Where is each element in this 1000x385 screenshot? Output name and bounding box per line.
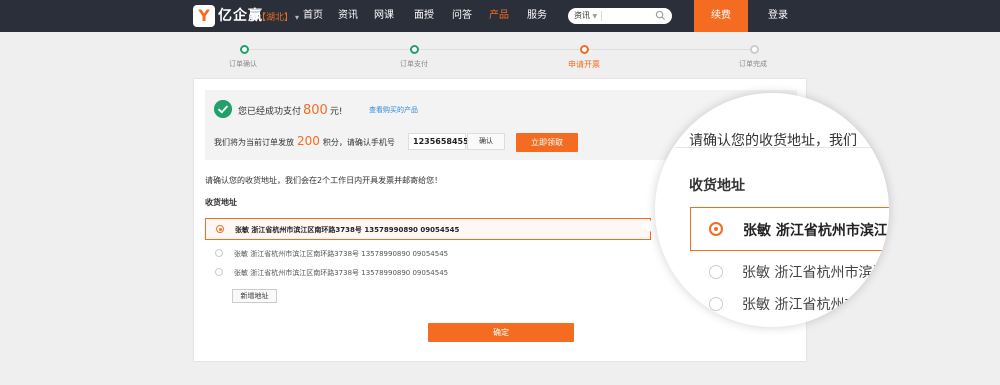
step-dot-pay (410, 45, 419, 54)
step-dot-complete (750, 45, 759, 54)
confirm-phone-button[interactable]: 确认 (467, 133, 505, 150)
address-text: 张敏 浙江省杭州市滨江区南环路3738号 13578990890 0905454… (235, 226, 460, 234)
address-text: 张敏 浙江省杭州市滨江区南环路3738号 13578990890 0905454… (234, 250, 449, 258)
address-text: 张敏 浙江省杭州市滨江区南环路3738号 13578990890 0905454… (234, 269, 449, 277)
zoomed-radio (709, 265, 723, 279)
address-section-title: 收货地址 (205, 198, 237, 207)
points-message: 我们将为当前订单发放 200 积分，请确认手机号 (214, 134, 395, 148)
zoomed-address-row-selected: 张敏 浙江省杭州市滨江区 (690, 207, 889, 251)
step-label-invoice: 申请开票 (568, 60, 600, 69)
search-category-label: 资讯 (574, 11, 590, 20)
step-dot-confirm (240, 45, 249, 54)
points-prefix: 我们将为当前订单发放 (214, 138, 294, 147)
steps-progress-line (245, 49, 755, 50)
address-row[interactable]: 张敏 浙江省杭州市滨江区南环路3738号 13578990890 0905454… (205, 218, 651, 240)
region-label: 【湖北】 (257, 13, 294, 23)
address-radio[interactable] (216, 225, 224, 233)
caret-down-icon: ▼ (592, 13, 598, 20)
nav-item-news[interactable]: 资讯 (338, 0, 358, 32)
phone-field[interactable]: 12356584555 (408, 133, 474, 150)
address-radio[interactable] (215, 268, 223, 276)
submit-button[interactable]: 确定 (428, 323, 574, 342)
points-suffix: 积分，请确认手机号 (322, 138, 395, 147)
zoomed-radio (709, 297, 723, 311)
chevron-down-icon: ▾ (295, 13, 300, 22)
zoomed-radio-selected (709, 222, 723, 236)
success-check-icon (214, 100, 232, 118)
step-label-complete: 订单完成 (739, 60, 767, 68)
search-box[interactable]: 资讯 ▼ (568, 8, 672, 24)
paid-amount: 800 (303, 103, 328, 118)
logo-icon[interactable]: Y (193, 5, 215, 27)
nav-item-online-course[interactable]: 网课 (374, 0, 394, 32)
nav-item-offline-course[interactable]: 面授 (414, 0, 434, 32)
nav-item-services[interactable]: 服务 (527, 0, 547, 32)
paid-message: 您已经成功支付 800 元! (238, 103, 342, 118)
nav-item-home[interactable]: 首页 (303, 0, 323, 32)
zoomed-address-text: 张敏 浙江省杭州市滨江 (742, 297, 887, 313)
zoomed-address-text: 张敏 浙江省杭州市滨江区 (743, 223, 889, 239)
top-nav: Y 亿企赢 【湖北】 ▾ 首页 资讯 网课 面授 问答 产品 服务 资讯 ▼ 续费… (0, 0, 1000, 32)
zoomed-divider (675, 147, 885, 148)
paid-suffix: 元! (329, 107, 343, 117)
region-selector[interactable]: 【湖北】 ▾ (257, 10, 299, 23)
address-tip: 请确认您的收货地址，我们会在2个工作日内开具发票并邮寄给您！ (205, 176, 443, 185)
zoom-magnifier: 请确认您的收货地址，我们 收货地址 张敏 浙江省杭州市滨江区 张敏 浙江省杭州市… (655, 93, 889, 327)
step-label-pay: 订单支付 (400, 60, 428, 68)
zoomed-address-title: 收货地址 (689, 178, 745, 194)
search-category-select[interactable]: 资讯 ▼ (574, 10, 597, 21)
add-address-button[interactable]: 新增地址 (232, 289, 277, 303)
search-divider (601, 11, 602, 21)
renew-button[interactable]: 续费 (694, 0, 748, 32)
step-dot-invoice (580, 45, 589, 54)
magnifier-pointer (641, 218, 655, 234)
address-radio[interactable] (215, 249, 223, 257)
nav-item-products[interactable]: 产品 (489, 0, 509, 32)
zoomed-address-text: 张敏 浙江省杭州市滨江 (742, 265, 887, 281)
view-products-link[interactable]: 查看购买的产品 (369, 105, 418, 115)
address-row[interactable]: 张敏 浙江省杭州市滨江区南环路3738号 13578990890 0905454… (205, 262, 651, 284)
claim-points-button[interactable]: 立即领取 (516, 133, 578, 152)
paid-prefix: 您已经成功支付 (238, 107, 302, 117)
step-label-confirm: 订单确认 (229, 60, 257, 68)
search-icon[interactable] (655, 10, 666, 21)
nav-item-qa[interactable]: 问答 (452, 0, 472, 32)
points-amount: 200 (297, 134, 320, 148)
login-link[interactable]: 登录 (768, 0, 788, 32)
